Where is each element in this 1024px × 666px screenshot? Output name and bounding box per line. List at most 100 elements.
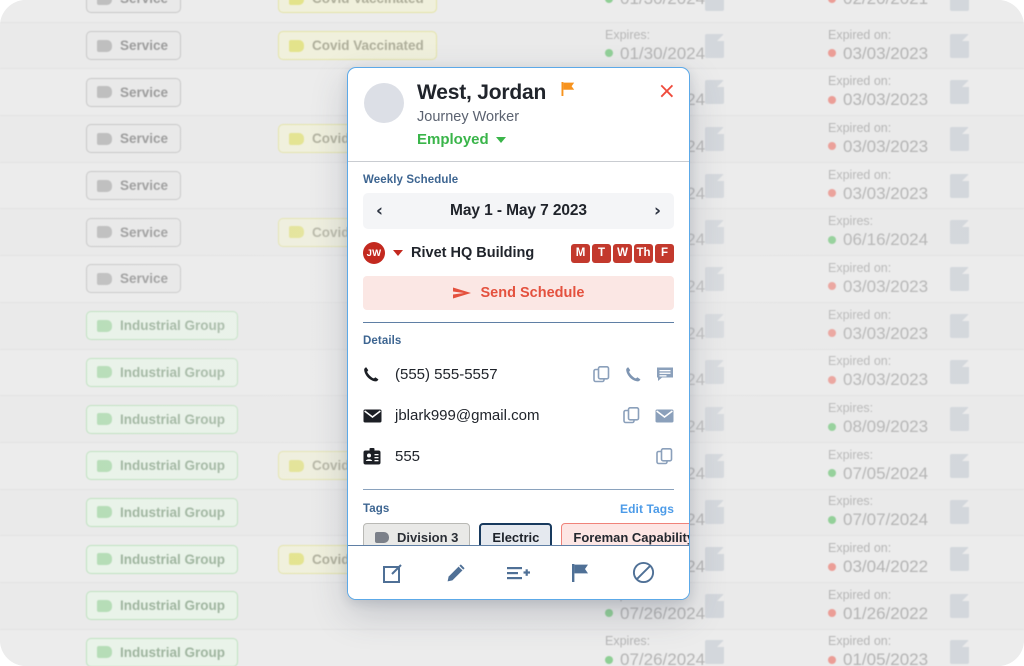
covid-tag-pill[interactable]: Covid Vaccinated [278,31,437,61]
group-tag-pill[interactable]: Industrial Group [86,451,239,481]
cell-document-2[interactable] [950,266,969,291]
tag-chip[interactable]: Division 3 [363,523,471,545]
day-chip-w[interactable]: W [613,243,632,263]
document-icon[interactable] [705,453,724,478]
cell-document-1[interactable] [705,313,724,338]
table-row[interactable]: Service Covid Vaccinated Expires:01/30/202… [0,22,1024,70]
document-icon[interactable] [950,266,969,291]
document-icon[interactable] [705,220,724,245]
document-icon[interactable] [950,313,969,338]
cell-document-2[interactable] [950,80,969,105]
day-chip-f[interactable]: F [655,243,674,263]
group-tag-pill[interactable]: Industrial Group [86,544,239,574]
tag-chip[interactable]: Foreman Capability [561,523,689,545]
document-icon[interactable] [705,0,724,11]
cell-document-1[interactable] [705,640,724,665]
cell-document-2[interactable] [950,126,969,151]
cell-document-2[interactable] [950,220,969,245]
document-icon[interactable] [950,360,969,385]
document-icon[interactable] [705,500,724,525]
cell-document-1[interactable] [705,173,724,198]
copy-icon[interactable] [623,406,641,425]
group-tag-pill[interactable]: Service [86,264,182,294]
message-icon[interactable] [656,366,674,383]
cell-document-2[interactable] [950,593,969,618]
tag-chip[interactable]: Electric [479,523,553,545]
popover-scroll-body[interactable]: Weekly Schedule ‹ May 1 - May 7 2023 › J… [348,162,689,545]
cell-document-2[interactable] [950,0,969,11]
call-icon[interactable] [625,366,642,383]
cell-document-1[interactable] [705,80,724,105]
group-tag-pill[interactable]: Service [86,171,182,201]
document-icon[interactable] [705,640,724,665]
document-icon[interactable] [950,33,969,58]
document-icon[interactable] [950,547,969,572]
group-tag-pill[interactable]: Industrial Group [86,311,239,341]
document-icon[interactable] [950,0,969,11]
cell-document-1[interactable] [705,266,724,291]
open-external-icon[interactable] [373,553,413,593]
document-icon[interactable] [705,80,724,105]
cell-document-1[interactable] [705,500,724,525]
cell-document-1[interactable] [705,593,724,618]
prev-week-icon[interactable]: ‹ [376,202,383,220]
block-icon[interactable] [624,553,664,593]
cell-document-2[interactable] [950,500,969,525]
day-chip-th[interactable]: Th [634,243,653,263]
employment-status-dropdown[interactable]: Employed [417,131,675,148]
day-chip-m[interactable]: M [571,243,590,263]
cell-document-2[interactable] [950,33,969,58]
group-tag-pill[interactable]: Industrial Group [86,591,239,621]
document-icon[interactable] [705,173,724,198]
group-tag-pill[interactable]: Industrial Group [86,357,239,387]
cell-document-2[interactable] [950,453,969,478]
day-chip-t[interactable]: T [592,243,611,263]
document-icon[interactable] [705,360,724,385]
cell-document-2[interactable] [950,640,969,665]
cell-document-1[interactable] [705,33,724,58]
document-icon[interactable] [705,407,724,432]
document-icon[interactable] [950,500,969,525]
document-icon[interactable] [705,266,724,291]
cell-document-2[interactable] [950,173,969,198]
cell-document-1[interactable] [705,547,724,572]
group-tag-pill[interactable]: Service [86,217,182,247]
document-icon[interactable] [950,80,969,105]
edit-pencil-icon[interactable] [436,553,476,593]
send-schedule-button[interactable]: Send Schedule [363,276,674,310]
document-icon[interactable] [950,126,969,151]
cell-document-1[interactable] [705,453,724,478]
cell-document-2[interactable] [950,313,969,338]
cell-document-1[interactable] [705,220,724,245]
close-icon[interactable]: × [658,81,676,103]
document-icon[interactable] [705,126,724,151]
document-icon[interactable] [950,640,969,665]
document-icon[interactable] [950,173,969,198]
table-row[interactable]: Industrial GroupExpires:07/26/2024Expire… [0,629,1024,666]
assignment-expand-icon[interactable] [393,250,403,256]
email-icon[interactable] [655,409,674,423]
group-tag-pill[interactable]: Service [86,31,182,61]
copy-icon[interactable] [593,365,611,384]
document-icon[interactable] [950,593,969,618]
document-icon[interactable] [705,33,724,58]
document-icon[interactable] [950,407,969,432]
cell-document-1[interactable] [705,360,724,385]
next-week-icon[interactable]: › [654,202,661,220]
group-tag-pill[interactable]: Service [86,124,182,154]
group-tag-pill[interactable]: Industrial Group [86,404,239,434]
group-tag-pill[interactable]: Industrial Group [86,497,239,527]
document-icon[interactable] [705,593,724,618]
document-icon[interactable] [950,453,969,478]
group-tag-pill[interactable]: Industrial Group [86,637,239,666]
add-to-list-icon[interactable] [498,553,538,593]
table-row[interactable]: Service Covid Vaccinated 01/30/2024 02/20/2… [0,0,1024,23]
copy-icon[interactable] [656,447,674,466]
cell-document-1[interactable] [705,126,724,151]
cell-document-2[interactable] [950,407,969,432]
cell-document-2[interactable] [950,547,969,572]
document-icon[interactable] [705,547,724,572]
document-icon[interactable] [950,220,969,245]
cell-document-2[interactable] [950,360,969,385]
cell-document-1[interactable] [705,407,724,432]
